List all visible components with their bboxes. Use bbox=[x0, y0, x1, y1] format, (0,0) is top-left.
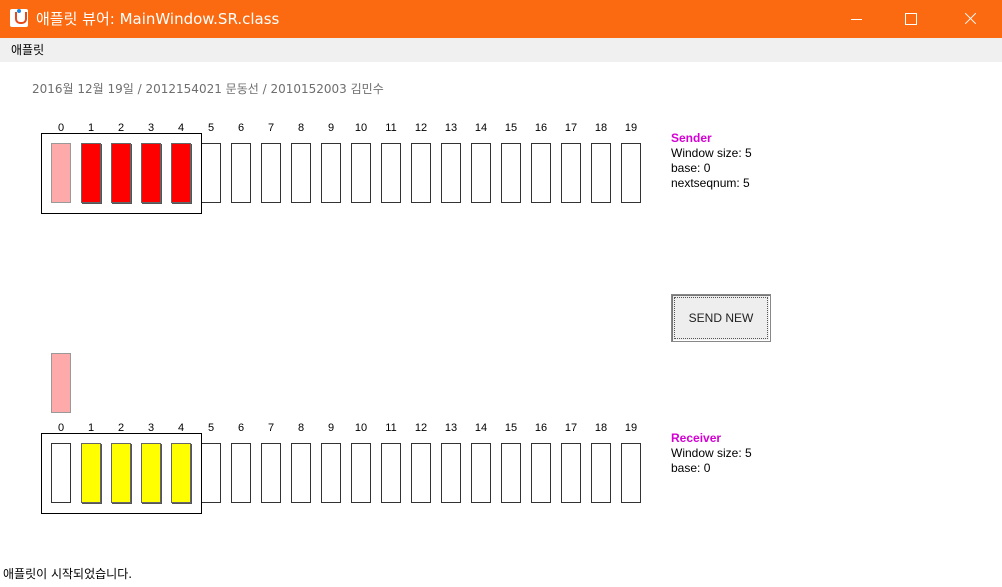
receiver-slot-11 bbox=[381, 443, 401, 503]
receiver-index-label: 13 bbox=[444, 422, 458, 434]
sender-slot-7 bbox=[261, 143, 281, 203]
receiver-slot-5 bbox=[201, 443, 221, 503]
sender-index-label: 13 bbox=[444, 122, 458, 134]
sender-slot-8 bbox=[291, 143, 311, 203]
sender-slot-9 bbox=[321, 143, 341, 203]
receiver-heading: Receiver bbox=[671, 431, 722, 445]
receiver-window-size: Window size: 5 bbox=[671, 446, 752, 460]
sender-slot-15 bbox=[501, 143, 521, 203]
receiver-index-label: 6 bbox=[237, 422, 245, 434]
sender-slot-17 bbox=[561, 143, 581, 203]
receiver-slot-13 bbox=[441, 443, 461, 503]
sender-index-label: 15 bbox=[504, 122, 518, 134]
receiver-index-label: 7 bbox=[267, 422, 275, 434]
sender-slot-19 bbox=[621, 143, 641, 203]
sender-index-label: 8 bbox=[297, 122, 305, 134]
sender-index-label: 7 bbox=[267, 122, 275, 134]
receiver-index-label: 18 bbox=[594, 422, 608, 434]
receiver-slot-12 bbox=[411, 443, 431, 503]
maximize-icon[interactable] bbox=[888, 0, 934, 38]
status-text: 애플릿이 시작되었습니다. bbox=[3, 567, 133, 581]
receiver-slot-15 bbox=[501, 443, 521, 503]
minimize-icon[interactable] bbox=[834, 0, 880, 38]
sender-index-label: 9 bbox=[327, 122, 335, 134]
packet-in-transit bbox=[51, 353, 71, 413]
receiver-slot-16 bbox=[531, 443, 551, 503]
receiver-slot-17 bbox=[561, 443, 581, 503]
java-cup-icon[interactable] bbox=[10, 9, 28, 27]
sender-index-label: 14 bbox=[474, 122, 488, 134]
receiver-window-frame bbox=[41, 433, 202, 514]
sender-nextseqnum: nextseqnum: 5 bbox=[671, 176, 750, 190]
receiver-index-label: 11 bbox=[385, 422, 397, 434]
sender-slot-18 bbox=[591, 143, 611, 203]
sender-index-label: 6 bbox=[237, 122, 245, 134]
sender-index-label: 19 bbox=[624, 122, 638, 134]
window-title: 애플릿 뷰어: MainWindow.SR.class bbox=[36, 10, 280, 28]
receiver-index-label: 9 bbox=[327, 422, 335, 434]
receiver-index-label: 14 bbox=[474, 422, 488, 434]
receiver-slot-10 bbox=[351, 443, 371, 503]
receiver-slot-7 bbox=[261, 443, 281, 503]
receiver-slot-18 bbox=[591, 443, 611, 503]
sender-slot-5 bbox=[201, 143, 221, 203]
receiver-slot-14 bbox=[471, 443, 491, 503]
sender-window-size: Window size: 5 bbox=[671, 146, 752, 160]
sender-index-label: 12 bbox=[414, 122, 428, 134]
receiver-index-label: 19 bbox=[624, 422, 638, 434]
receiver-index-label: 8 bbox=[297, 422, 305, 434]
sender-slot-16 bbox=[531, 143, 551, 203]
sender-index-label: 17 bbox=[564, 122, 578, 134]
receiver-slot-6 bbox=[231, 443, 251, 503]
sender-slot-11 bbox=[381, 143, 401, 203]
receiver-slot-9 bbox=[321, 443, 341, 503]
sender-index-label: 11 bbox=[385, 122, 397, 134]
sender-index-label: 18 bbox=[594, 122, 608, 134]
sender-index-label: 16 bbox=[534, 122, 548, 134]
sender-info: Sender Window size: 5 base: 0 nextseqnum… bbox=[671, 131, 752, 191]
receiver-index-label: 17 bbox=[564, 422, 578, 434]
menu-bar: 애플릿 bbox=[0, 38, 1002, 62]
close-icon[interactable] bbox=[947, 0, 993, 38]
sender-slot-13 bbox=[441, 143, 461, 203]
sender-slot-14 bbox=[471, 143, 491, 203]
receiver-slot-8 bbox=[291, 443, 311, 503]
receiver-slot-19 bbox=[621, 443, 641, 503]
title-bar[interactable]: 애플릿 뷰어: MainWindow.SR.class bbox=[0, 0, 1002, 38]
receiver-index-label: 10 bbox=[354, 422, 368, 434]
sender-window-frame bbox=[41, 133, 202, 214]
sender-slot-12 bbox=[411, 143, 431, 203]
sender-slot-10 bbox=[351, 143, 371, 203]
sender-heading: Sender bbox=[671, 131, 712, 145]
send-new-button[interactable]: SEND NEW bbox=[671, 294, 771, 342]
receiver-base: base: 0 bbox=[671, 461, 711, 475]
author-caption: 2016월 12월 19일 / 2012154021 문동선 / 2010152… bbox=[32, 82, 384, 96]
receiver-info: Receiver Window size: 5 base: 0 bbox=[671, 431, 752, 476]
sender-base: base: 0 bbox=[671, 161, 711, 175]
menu-applet[interactable]: 애플릿 bbox=[9, 42, 46, 58]
receiver-index-label: 15 bbox=[504, 422, 518, 434]
receiver-index-label: 16 bbox=[534, 422, 548, 434]
receiver-index-label: 12 bbox=[414, 422, 428, 434]
sender-index-label: 10 bbox=[354, 122, 368, 134]
sender-slot-6 bbox=[231, 143, 251, 203]
